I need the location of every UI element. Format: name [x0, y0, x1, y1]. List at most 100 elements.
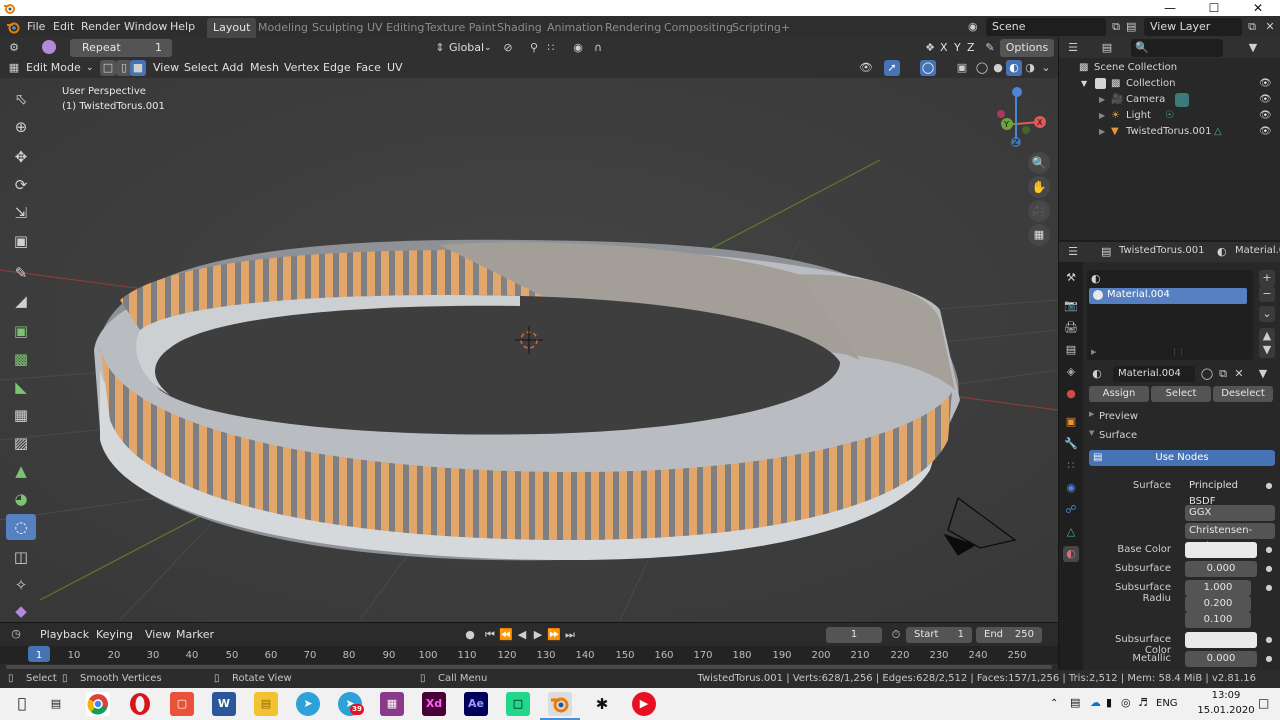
face-select-icon[interactable]: ■	[130, 60, 146, 76]
base-color-link-icon[interactable]: ●	[1261, 542, 1277, 558]
battery-icon[interactable]: ▮	[1106, 696, 1112, 709]
winrar-icon[interactable]: ▦	[380, 692, 404, 716]
material-slot-list[interactable]: ◐ Material.004 ▶ ⋮⋮	[1087, 270, 1253, 360]
orientation-dropdown[interactable]: Global	[449, 39, 484, 57]
subsurface-method-dropdown[interactable]: Christensen-Burl...	[1185, 523, 1275, 552]
word-icon[interactable]: W	[212, 692, 236, 716]
shading-solid-icon[interactable]: ●	[990, 60, 1006, 76]
view-layer-selector[interactable]: View Layer	[1144, 18, 1242, 36]
physics-tab-icon[interactable]: ◉	[1063, 480, 1079, 496]
scene-tab-icon[interactable]: ◈	[1063, 364, 1079, 380]
modifier-tab-icon[interactable]: 🔧	[1063, 436, 1079, 452]
blender-taskbar-icon[interactable]	[548, 692, 572, 716]
outliner-row-camera[interactable]: ▶ 🎥 Camera 👁	[1059, 92, 1280, 108]
expand-torus-icon[interactable]: ▶	[1099, 124, 1105, 140]
menu-edit[interactable]: Edit	[53, 16, 74, 38]
wifi-icon[interactable]: ◎	[1121, 696, 1131, 709]
tray-expand-icon[interactable]: ⌃	[1050, 698, 1058, 709]
cursor-tool-icon[interactable]: ⊕	[6, 114, 36, 140]
menu-view[interactable]: View	[153, 59, 179, 77]
overlay-toggle-icon[interactable]: ◯	[920, 60, 936, 76]
knife-tool-icon[interactable]: ▨	[6, 430, 36, 456]
snap-icon[interactable]: ⚲	[526, 40, 542, 56]
particles-tab-icon[interactable]: ∷	[1063, 458, 1079, 474]
language-indicator[interactable]: ENG	[1156, 698, 1178, 709]
add-workspace-button[interactable]: +	[775, 18, 796, 38]
auto-merge-icon[interactable]: ✎	[982, 40, 998, 56]
light-data-icon[interactable]: ☉	[1165, 108, 1174, 124]
new-view-layer-icon[interactable]: ⧉	[1244, 19, 1260, 35]
after-effects-icon[interactable]: Ae	[464, 692, 488, 716]
snap-target-icon[interactable]: ∷	[543, 40, 559, 56]
smooth-tool-icon[interactable]: ◌	[6, 514, 36, 540]
outliner-search-input[interactable]: 🔍	[1131, 39, 1223, 57]
properties-type-icon[interactable]: ☰	[1065, 244, 1081, 260]
shrink-fatten-tool-icon[interactable]: ✧	[6, 572, 36, 598]
tab-shading[interactable]: Shading	[491, 18, 548, 38]
orientation-chevron-icon[interactable]: ⌄	[484, 39, 492, 57]
tab-rendering[interactable]: Rendering	[599, 18, 667, 38]
tray-display-icon[interactable]: ▤	[1070, 696, 1080, 709]
clock-date[interactable]: 15.01.2020	[1196, 705, 1256, 716]
new-material-icon[interactable]: ⧉	[1215, 366, 1231, 382]
task-view-icon[interactable]: ▤	[44, 692, 68, 716]
mesh-data-icon[interactable]: △	[1214, 124, 1222, 140]
expand-collection-icon[interactable]: ▼	[1081, 76, 1087, 92]
poly-build-tool-icon[interactable]: ▲	[6, 458, 36, 484]
assign-button[interactable]: Assign	[1089, 386, 1149, 402]
measure-tool-icon[interactable]: ◢	[6, 288, 36, 314]
falloff-icon[interactable]: ∩	[590, 40, 606, 56]
menu-vertex[interactable]: Vertex	[284, 59, 319, 77]
surface-panel-header[interactable]: Surface	[1099, 430, 1137, 441]
loop-cut-tool-icon[interactable]: ▦	[6, 402, 36, 428]
xray-icon[interactable]: ▣	[954, 60, 970, 76]
subsurface-field[interactable]: 0.000	[1185, 561, 1257, 577]
app-red-icon[interactable]: ▢	[170, 692, 194, 716]
mode-dropdown[interactable]: Edit Mode	[26, 59, 81, 77]
slot-expand-icon[interactable]: ▶	[1091, 348, 1096, 356]
menu-edge[interactable]: Edge	[323, 59, 351, 77]
volume-icon[interactable]: ♬	[1138, 696, 1148, 709]
camera-visibility-icon[interactable]: 👁	[1259, 92, 1272, 108]
move-tool-icon[interactable]: ✥	[6, 144, 36, 170]
opera-icon[interactable]	[128, 692, 152, 716]
telegram-2-icon[interactable]: ➤ 39	[338, 692, 364, 716]
visibility-icon[interactable]: 👁	[858, 60, 874, 76]
perspective-toggle-icon[interactable]: ▦	[1028, 224, 1050, 246]
distribution-dropdown[interactable]: GGX	[1185, 505, 1275, 521]
chrome-icon[interactable]	[86, 692, 110, 716]
scale-tool-icon[interactable]: ⇲	[6, 200, 36, 226]
subsurface-link-icon[interactable]: ●	[1261, 561, 1277, 577]
light-visibility-icon[interactable]: 👁	[1259, 108, 1272, 124]
shear-tool-icon[interactable]: ◆	[6, 598, 36, 624]
viewport-canvas[interactable]	[0, 78, 1058, 622]
menu-help[interactable]: Help	[170, 16, 195, 38]
zoom-icon[interactable]: 🔍	[1028, 152, 1050, 174]
start-menu-icon[interactable]: 	[10, 692, 34, 716]
shading-material-icon[interactable]: ◐	[1006, 60, 1022, 76]
use-nodes-button[interactable]: ▤ Use Nodes	[1089, 450, 1275, 466]
material-slot-row[interactable]: Material.004	[1089, 288, 1247, 304]
outliner-row-collection[interactable]: ▼ ▩ Collection 👁	[1059, 76, 1280, 92]
file-explorer-icon[interactable]: ▤	[254, 692, 278, 716]
subsurface-radius-z[interactable]: 0.100	[1185, 612, 1251, 628]
data-tab-icon[interactable]: △	[1063, 524, 1079, 540]
3d-viewport[interactable]: User Perspective (1) TwistedTorus.001 X …	[0, 78, 1058, 622]
options-dropdown[interactable]: Options	[1000, 39, 1054, 57]
material-filter-icon[interactable]: ▼	[1255, 366, 1271, 382]
menu-select[interactable]: Select	[184, 59, 218, 77]
gizmo-toggle-icon[interactable]: ➚	[884, 60, 900, 76]
collection-checkbox-icon[interactable]	[1095, 78, 1106, 89]
constraints-tab-icon[interactable]: ☍	[1063, 502, 1079, 518]
metallic-field[interactable]: 0.000	[1185, 651, 1257, 667]
spin-tool-icon[interactable]: ◕	[6, 486, 36, 512]
camera-data-icon[interactable]	[1175, 93, 1189, 107]
tab-modeling[interactable]: Modeling	[252, 18, 314, 38]
camera-view-icon[interactable]: 🎥	[1028, 200, 1050, 222]
torus-visibility-icon[interactable]: 👁	[1259, 124, 1272, 140]
pivot-icon[interactable]: ⊘	[500, 40, 516, 56]
select-box-icon[interactable]: ⬁	[6, 86, 36, 112]
close-window-button[interactable]: ✕	[1236, 0, 1280, 16]
material-name-field[interactable]: Material.004	[1113, 366, 1195, 382]
notifications-icon[interactable]: □	[1258, 696, 1269, 710]
